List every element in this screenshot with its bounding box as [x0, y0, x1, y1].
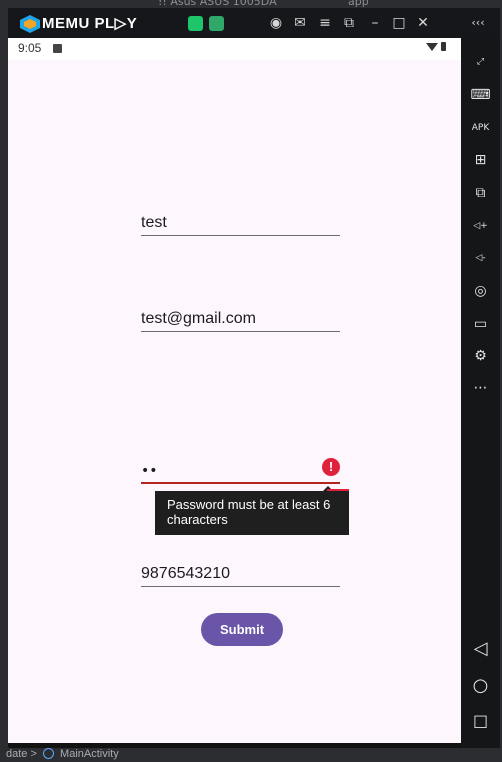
status-bar: 9:05	[8, 38, 461, 60]
notification-icon	[53, 44, 62, 53]
account-icon[interactable]: ◉	[266, 13, 286, 33]
error-icon[interactable]: !	[322, 458, 340, 476]
breadcrumb-parent[interactable]: date	[6, 748, 27, 760]
recents-icon[interactable]: □	[470, 710, 491, 731]
status-time: 9:05	[18, 41, 42, 55]
settings-icon[interactable]: ⚙	[470, 346, 491, 367]
password-field[interactable]: •• !	[141, 454, 340, 484]
memu-logo-icon	[20, 15, 40, 33]
maximize-icon[interactable]: □	[389, 13, 409, 33]
volume-down-icon[interactable]: ◁-	[470, 248, 491, 269]
email-field[interactable]: test@gmail.com	[141, 302, 340, 332]
battery-icon	[441, 42, 446, 51]
error-message: Password must be at least 6 characters	[167, 497, 331, 527]
wifi-icon	[426, 43, 438, 51]
keyboard-icon[interactable]: ⌨	[470, 85, 491, 106]
android-shortcut-icon[interactable]	[209, 16, 224, 31]
error-tooltip: Password must be at least 6 characters	[155, 486, 349, 535]
apk-icon[interactable]: APK	[470, 118, 491, 139]
fullscreen-icon[interactable]: ⤢	[470, 52, 491, 73]
ide-device-label: !! Asus ASUS 1005DA	[158, 0, 277, 8]
phone-field[interactable]: 9876543210	[141, 557, 340, 587]
volume-up-icon[interactable]: ◁+	[470, 216, 491, 237]
close-icon[interactable]: ✕	[413, 13, 433, 33]
emulator-sidebar: ⤢ ⌨ APK ⊞ ⧉ ◁+ ◁- ◎ ▭ ⚙ ⋯ ◁ ○ □	[461, 38, 500, 748]
android-screen: 9:05 test test@gmail.com •• ! Password m…	[8, 38, 461, 743]
back-icon[interactable]: ◁	[470, 638, 491, 659]
error-tooltip-accent	[327, 489, 349, 491]
submit-button[interactable]: Submit	[201, 613, 283, 646]
password-input-value: ••	[141, 463, 158, 479]
ide-app-selector[interactable]: app	[348, 0, 369, 8]
ide-status-bar: date > MainActivity	[0, 748, 502, 762]
more-icon[interactable]: ⋯	[470, 378, 491, 399]
emulator-brand: MEMU PL▷Y	[42, 15, 138, 32]
add-app-icon[interactable]: ⊞	[470, 150, 491, 171]
menu-icon[interactable]: ≡	[315, 13, 335, 33]
app-shortcut-icon[interactable]	[188, 16, 203, 31]
home-icon[interactable]: ○	[470, 675, 491, 696]
class-icon	[42, 748, 54, 759]
collapse-icon[interactable]: ‹‹‹	[468, 13, 488, 33]
screen-icon[interactable]: ⧉	[339, 13, 359, 33]
breadcrumb-separator: >	[30, 748, 37, 760]
breadcrumb-current[interactable]: MainActivity	[60, 748, 119, 760]
name-input-value: test	[141, 214, 167, 231]
mail-icon[interactable]: ✉	[290, 13, 310, 33]
emulator-window: MEMU PL▷Y ◉ ✉ ≡ ⧉ – □ ✕ ‹‹‹ 9:05 test te…	[8, 8, 500, 748]
folder-icon[interactable]: ▭	[470, 314, 491, 335]
breadcrumb: date > MainActivity	[6, 748, 119, 760]
location-icon[interactable]: ◎	[470, 281, 491, 302]
phone-input-value: 9876543210	[141, 565, 230, 582]
emulator-titlebar: MEMU PL▷Y ◉ ✉ ≡ ⧉ – □ ✕ ‹‹‹	[8, 8, 500, 38]
email-input-value: test@gmail.com	[141, 310, 256, 327]
minimize-icon[interactable]: –	[365, 13, 385, 33]
name-field[interactable]: test	[141, 206, 340, 236]
multi-window-icon[interactable]: ⧉	[470, 183, 491, 204]
